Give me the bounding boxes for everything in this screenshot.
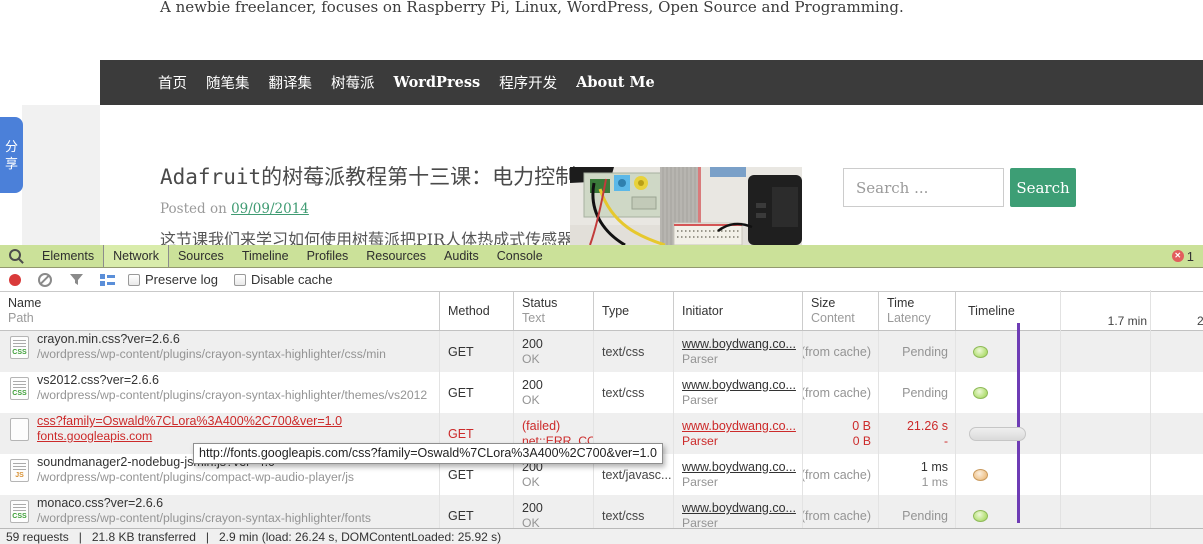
nav-item-translations[interactable]: 翻译集 [269,72,313,93]
js-file-icon: JS [10,459,29,482]
raspberry-pi-photo-illustration [570,167,802,245]
tab-audits[interactable]: Audits [435,245,488,267]
timeline-marker-green [973,387,988,399]
timeline-scale-label: 1.7 min [1108,314,1147,328]
error-counter[interactable]: ✕ 1 [1172,245,1194,267]
tab-console[interactable]: Console [488,245,552,267]
column-header-initiator[interactable]: Initiator [674,292,803,330]
search-button[interactable]: Search [1010,168,1076,207]
column-header-method[interactable]: Method [440,292,514,330]
dom-content-loaded-marker [1017,323,1020,523]
tab-profiles[interactable]: Profiles [298,245,358,267]
css-file-icon: CSS [10,377,29,400]
search-icon[interactable] [9,249,21,261]
left-rail [22,105,100,245]
error-icon: ✕ [1172,250,1184,262]
column-header-timeline[interactable]: Timeline 1.7 min 2 [956,292,1203,330]
initiator-link[interactable]: www.boydwang.co... [682,459,802,475]
failed-request-host-link[interactable]: fonts.googleapis.com [37,429,342,444]
error-count: 1 [1187,249,1194,264]
nav-item-home[interactable]: 首页 [158,72,187,93]
timeline-marker-green [973,346,988,358]
failed-request-link[interactable]: css?family=Oswald%7CLora%3A400%2C700&ver… [37,413,342,429]
tab-timeline[interactable]: Timeline [233,245,298,267]
column-header-time[interactable]: TimeLatency [879,292,956,330]
nav-item-about[interactable]: About Me [576,74,655,91]
initiator-link[interactable]: www.boydwang.co... [682,377,802,393]
devtools-tabbar: Elements Network Sources Timeline Profil… [0,245,1203,268]
devtools-statusbar: 59 requests | 21.8 KB transferred | 2.9 … [0,528,1203,544]
initiator-link[interactable]: www.boydwang.co... [682,500,802,516]
initiator-link[interactable]: www.boydwang.co... [682,336,802,352]
filter-icon[interactable] [70,274,83,286]
nav-item-raspberrypi[interactable]: 树莓派 [331,72,375,93]
nav-item-programming[interactable]: 程序开发 [499,72,557,93]
preserve-log-label: Preserve log [145,272,218,287]
column-header-type[interactable]: Type [594,292,674,330]
column-header-name[interactable]: NamePath [0,292,440,330]
devtools-panel: Elements Network Sources Timeline Profil… [0,245,1203,544]
posted-date-link[interactable]: 09/09/2014 [231,201,309,217]
network-toolbar: Preserve log Disable cache [0,268,1203,292]
posted-meta: Posted on 09/09/2014 [160,201,309,217]
posted-label: Posted on [160,201,231,217]
css-file-icon: CSS [10,336,29,359]
article-title[interactable]: Adafruit的树莓派教程第十三课：电力控制 [160,161,576,191]
request-row-crayon-css[interactable]: CSS crayon.min.css?ver=2.6.6/wordpress/w… [0,331,1203,372]
url-tooltip: http://fonts.googleapis.com/css?family=O… [193,443,663,464]
share-button[interactable]: 分享 [0,117,23,193]
article-photo [570,167,802,245]
preserve-log-checkbox[interactable] [128,274,140,286]
search-input[interactable] [843,168,1004,207]
network-table-header: NamePath Method StatusText Type Initiato… [0,292,1203,331]
tab-resources[interactable]: Resources [357,245,435,267]
timeline-marker-green [973,510,988,522]
nav-item-wordpress[interactable]: WordPress [394,74,481,91]
timeline-scale-label-next: 2 [1197,314,1203,328]
nav-item-essays[interactable]: 随笔集 [206,72,250,93]
tab-sources[interactable]: Sources [169,245,233,267]
css-file-icon: CSS [10,500,29,523]
tab-elements[interactable]: Elements [33,245,103,267]
timeline-bar-failed [969,427,1026,441]
timeline-gridline [1150,290,1151,528]
timeline-marker-orange [973,469,988,481]
site-tagline: A newbie freelancer, focuses on Raspberr… [160,0,904,16]
column-header-size[interactable]: SizeContent [803,292,879,330]
disable-cache-label: Disable cache [251,272,333,287]
tab-network[interactable]: Network [103,245,169,267]
column-header-status[interactable]: StatusText [514,292,594,330]
document-file-icon [10,418,29,441]
request-row-vs2012-css[interactable]: CSS vs2012.css?ver=2.6.6/wordpress/wp-co… [0,372,1203,413]
main-nav: 首页 随笔集 翻译集 树莓派 WordPress 程序开发 About Me [100,60,1203,105]
resource-rows-toggle-icon[interactable] [100,274,115,286]
initiator-link[interactable]: www.boydwang.co... [682,418,802,434]
disable-cache-checkbox[interactable] [234,274,246,286]
network-request-list: CSS crayon.min.css?ver=2.6.6/wordpress/w… [0,331,1203,536]
clear-icon[interactable] [38,273,52,287]
timeline-gridline [1060,290,1061,528]
record-icon[interactable] [9,274,21,286]
